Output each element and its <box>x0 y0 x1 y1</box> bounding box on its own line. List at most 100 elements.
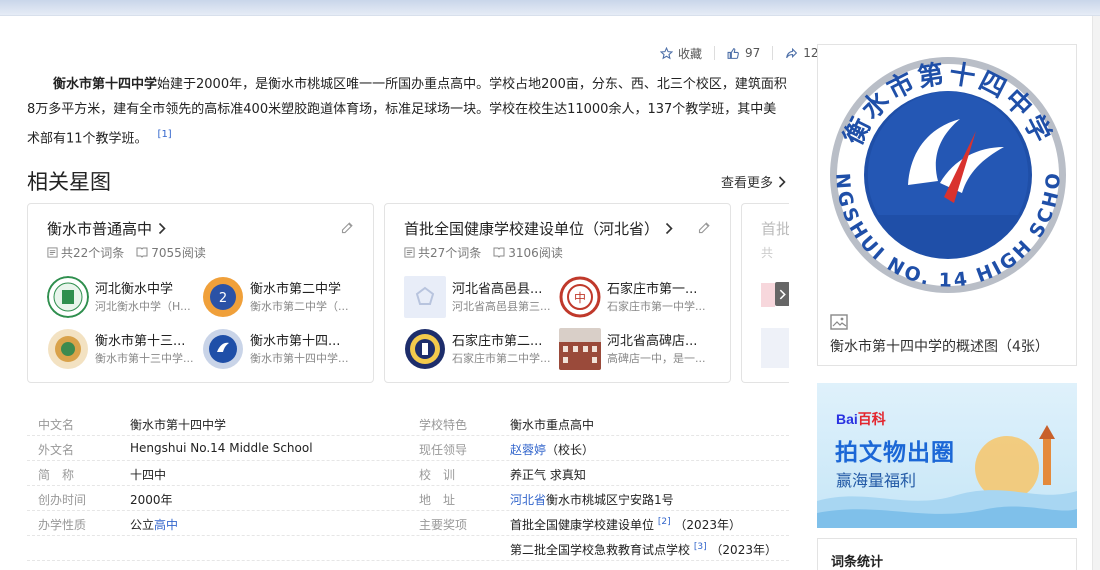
card-entry-count: 共27个词条 <box>418 246 482 260</box>
high-school-link[interactable]: 高中 <box>154 518 178 532</box>
entry-desc: 河北衡水中学（H... <box>95 300 191 313</box>
school-logo <box>47 328 89 370</box>
stats-title: 词条统计 <box>831 555 884 570</box>
table-row: 第二批全国学校急救教育试点学校 [3] （2023年） <box>27 536 789 561</box>
promo-banner[interactable]: Bai百科 拍文物出圈 赢海量福利 <box>817 383 1077 528</box>
list-item[interactable]: 衡水市第十四... 衡水市第十四中学... <box>202 328 362 370</box>
card-title-text: 首批 <box>761 220 789 238</box>
table-row: 办学性质 公立高中 主要奖项 首批全国健康学校建设单位 [2] （2023年） <box>27 511 789 536</box>
edit-icon[interactable] <box>340 220 355 235</box>
baike-logo-cn: 百科 <box>857 411 886 427</box>
thumbnail-partial <box>761 283 775 307</box>
card-read-count: 7055阅读 <box>151 246 206 260</box>
banner-title: 拍文物出圈 <box>835 440 955 466</box>
placeholder-thumbnail <box>404 276 446 318</box>
info-value: 河北省衡水市桃城区宁安路1号 <box>510 491 674 508</box>
school-logo <box>47 276 89 318</box>
chevron-right-icon <box>665 222 673 235</box>
award-year: （2023年） <box>674 518 741 532</box>
info-value: Hengshui No.14 Middle School <box>130 441 313 455</box>
action-divider <box>714 46 716 60</box>
browser-top-strip <box>0 0 1100 16</box>
entry-name: 河北省高碑店... <box>607 334 698 349</box>
info-value: 衡水市第十四中学 <box>130 418 227 432</box>
list-item[interactable]: 河北省高碑店... 高碑店一中，是一... <box>559 328 719 370</box>
info-label: 中文名 <box>38 418 75 432</box>
entry-desc: 高碑店一中，是一... <box>607 352 706 365</box>
card-entry-count: 共 <box>761 246 774 260</box>
entry-desc: 衡水市第十四中学... <box>250 352 349 365</box>
school-emblem: 衡水市第十四中学 HENGSHUI NO. 14 HIGH SCHOOL <box>828 55 1066 293</box>
chevron-right-icon <box>158 222 166 235</box>
list-item[interactable]: 2 衡水市第二中学 衡水市第二中学（... <box>202 276 362 318</box>
card-title[interactable]: 首批全国健康学校建设单位（河北省） <box>404 218 673 239</box>
entry-name: 衡水市第十四... <box>250 334 341 349</box>
address-text: 衡水市桃城区宁安路1号 <box>546 493 674 507</box>
card-read-count: 3106阅读 <box>508 246 563 260</box>
svg-text:中: 中 <box>574 290 586 305</box>
award-year: （2023年） <box>710 543 777 557</box>
list-item[interactable]: 河北省高邑县... 河北省高邑县第三... <box>404 276 564 318</box>
share-button[interactable]: 12 <box>785 46 819 60</box>
entry-name: 河北省高邑县... <box>452 282 543 297</box>
star-map-card[interactable]: 衡水市普通高中 共22个词条 7055阅读 河北衡水中学 河北衡水中学（H...… <box>27 203 374 383</box>
citation-link[interactable]: [1] <box>158 129 172 140</box>
action-divider <box>772 46 774 60</box>
info-value: 第二批全国学校急救教育试点学校 [3] （2023年） <box>510 541 777 558</box>
entry-name: 河北衡水中学 <box>95 282 174 297</box>
info-label: 学校特色 <box>419 418 468 432</box>
entry-list-icon <box>404 247 415 258</box>
list-item[interactable]: 中 石家庄市第一... 石家庄市第一中学... <box>559 276 719 318</box>
school-type: 公立 <box>130 518 155 532</box>
citation-link[interactable]: [2] <box>658 517 671 527</box>
entry-list-icon <box>47 247 58 258</box>
info-value: 赵蓉婷（校长） <box>510 441 594 458</box>
info-value: 2000年 <box>130 493 173 507</box>
book-icon <box>136 247 148 258</box>
chevron-right-icon <box>779 289 786 299</box>
entry-desc: 衡水市第二中学（... <box>250 300 349 313</box>
award-name: 首批全国健康学校建设单位 <box>510 518 655 532</box>
entry-stats-panel: 词条统计 <box>817 538 1077 570</box>
page-scrollbar[interactable] <box>1092 16 1100 570</box>
thumbnail-partial <box>761 328 789 368</box>
list-item[interactable]: 石家庄市第二... 石家庄市第二中学... <box>404 328 564 370</box>
table-row: 外文名 Hengshui No.14 Middle School 现任领导 赵蓉… <box>27 436 789 461</box>
card-meta: 共22个词条 7055阅读 <box>47 244 218 261</box>
info-label: 简 称 <box>38 468 75 482</box>
citation-link[interactable]: [3] <box>694 542 707 552</box>
entry-name: 石家庄市第二... <box>452 334 543 349</box>
card-title[interactable]: 衡水市普通高中 <box>47 218 166 239</box>
card-meta: 共27个词条 3106阅读 <box>404 244 575 261</box>
info-label: 现任领导 <box>419 443 468 457</box>
edit-icon[interactable] <box>697 220 712 235</box>
banner-subtitle: 赢海量福利 <box>836 471 917 490</box>
image-gallery-icon <box>830 314 848 330</box>
book-icon <box>493 247 505 258</box>
star-map-card[interactable]: 首批全国健康学校建设单位（河北省） 共27个词条 3106阅读 河北省高邑县..… <box>384 203 731 383</box>
info-value: 养正气 求真知 <box>510 468 586 482</box>
carousel-next-button[interactable] <box>775 282 789 306</box>
province-link[interactable]: 河北省 <box>510 493 546 507</box>
like-button[interactable]: 97 <box>727 46 760 60</box>
table-row: 中文名 衡水市第十四中学 学校特色 衡水市重点高中 <box>27 411 789 436</box>
summary-album[interactable]: 衡水市第十四中学 HENGSHUI NO. 14 HIGH SCHOOL 衡水市… <box>817 44 1077 366</box>
info-value: 十四中 <box>130 468 167 482</box>
related-section-title: 相关星图 <box>27 170 111 194</box>
school-logo: 中 <box>559 276 601 318</box>
see-more-link[interactable]: 查看更多 <box>721 172 786 191</box>
info-value: 首批全国健康学校建设单位 [2] （2023年） <box>510 516 741 533</box>
chevron-right-icon <box>778 175 786 188</box>
thumbs-up-icon <box>727 47 739 59</box>
see-more-label: 查看更多 <box>721 176 774 191</box>
album-caption[interactable]: 衡水市第十四中学的概述图（4张） <box>830 311 1070 359</box>
album-caption-text: 衡水市第十四中学的概述图（4张） <box>830 339 1049 355</box>
list-item[interactable]: 河北衡水中学 河北衡水中学（H... <box>47 276 207 318</box>
principal-link[interactable]: 赵蓉婷 <box>510 443 546 457</box>
info-value: 衡水市重点高中 <box>510 418 595 432</box>
like-count: 97 <box>745 46 761 60</box>
collect-button[interactable]: 收藏 <box>660 45 702 62</box>
list-item[interactable]: 衡水市第十三... 衡水市第十三中学... <box>47 328 207 370</box>
table-row: 简 称 十四中 校 训 养正气 求真知 <box>27 461 789 486</box>
star-map-card-partial[interactable]: 首批 共 <box>741 203 789 383</box>
